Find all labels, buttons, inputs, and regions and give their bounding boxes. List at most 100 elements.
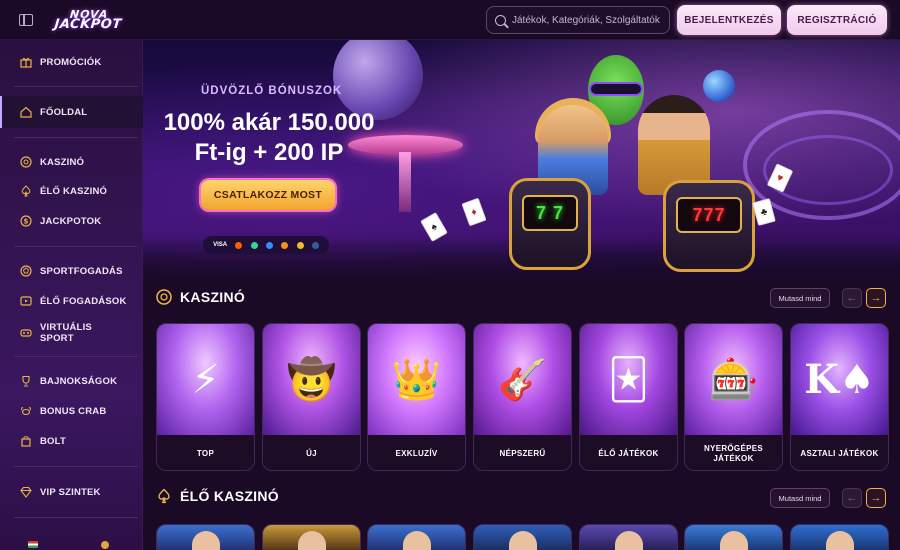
sidebar-item-live-casino[interactable]: ÉLŐ KASZINÓ bbox=[0, 180, 143, 202]
live-game-tile[interactable] bbox=[473, 524, 572, 550]
crab-icon bbox=[20, 405, 32, 417]
sidebar-item-label: SPORTFOGADÁS bbox=[40, 265, 123, 277]
sidebar-item-label: KASZINÓ bbox=[40, 156, 85, 168]
sidebar: PROMÓCIÓK FŐOLDAL KASZINÓ ÉLŐ KASZINÓ $ … bbox=[0, 40, 143, 550]
tile-label: EXKLUZÍV bbox=[368, 435, 465, 470]
planet-illustration bbox=[703, 70, 735, 102]
next-arrow-icon[interactable]: → bbox=[866, 288, 886, 308]
coin-icon: $ bbox=[20, 215, 32, 227]
trophy-icon bbox=[20, 375, 32, 387]
dealer-icon: 🃏 bbox=[608, 357, 649, 402]
search-icon bbox=[495, 14, 506, 26]
binance-icon bbox=[296, 241, 304, 249]
slot-machine-icon: 🎰 bbox=[708, 358, 759, 402]
sidebar-item-jackpots[interactable]: $ JACKPOTOK bbox=[0, 210, 143, 232]
prev-arrow-icon[interactable]: ← bbox=[842, 488, 862, 508]
slot-display: 7 7 bbox=[522, 195, 578, 231]
live-game-tile[interactable] bbox=[579, 524, 678, 550]
dealer-avatar bbox=[615, 531, 643, 550]
join-now-button[interactable]: CSATLAKOZZ MOST bbox=[201, 180, 335, 210]
playing-card-icon: ♦ bbox=[461, 197, 487, 227]
category-tile-new[interactable]: 🤠 ÚJ bbox=[262, 323, 361, 471]
hero-eyebrow: ÜDVÖZLŐ BÓNUSZOK bbox=[201, 85, 343, 97]
show-all-button[interactable]: Mutasd mind bbox=[770, 488, 830, 508]
logo[interactable]: NOVA JACKPOT bbox=[54, 8, 123, 32]
home-icon bbox=[20, 106, 32, 118]
category-tile-slots[interactable]: 🎰 NYERŐGÉPES JÁTÉKOK bbox=[684, 323, 783, 471]
category-tile-live-games[interactable]: 🃏 ÉLŐ JÁTÉKOK bbox=[579, 323, 678, 471]
sidebar-item-label: BONUS CRAB bbox=[40, 405, 107, 417]
hero-banner[interactable]: 7 7 777 ♦ ♠ ♥ ♣ ÜDVÖZLŐ BÓNUSZOK 100% ak… bbox=[143, 40, 900, 278]
ball-icon bbox=[20, 265, 32, 277]
sidebar-item-shop[interactable]: BOLT bbox=[0, 430, 143, 452]
sidebar-divider bbox=[14, 86, 138, 87]
sidebar-item-casino[interactable]: KASZINÓ bbox=[0, 151, 143, 173]
crown-icon: 👑 bbox=[391, 358, 442, 402]
dealer-avatar bbox=[509, 531, 537, 550]
live-game-tile[interactable] bbox=[262, 524, 361, 550]
sidebar-item-sports-betting[interactable]: SPORTFOGADÁS bbox=[0, 260, 143, 282]
login-button[interactable]: BEJELENTKEZÉS bbox=[677, 5, 781, 35]
category-tile-top[interactable]: ⚡ TOP bbox=[156, 323, 255, 471]
spade-icon bbox=[20, 185, 32, 197]
sidebar-item-live-betting[interactable]: ÉLŐ FOGADÁSOK bbox=[0, 290, 143, 312]
cowboy-icon: 🎸 bbox=[497, 358, 548, 402]
live-icon bbox=[20, 295, 32, 307]
search-box[interactable] bbox=[486, 6, 670, 34]
sidebar-item-promotions[interactable]: PROMÓCIÓK bbox=[0, 51, 143, 73]
tile-label: NYERŐGÉPES JÁTÉKOK bbox=[685, 435, 782, 470]
live-game-tile[interactable] bbox=[156, 524, 255, 550]
live-casino-section-title: ÉLŐ KASZINÓ bbox=[156, 488, 279, 504]
cards-icon: K♠ bbox=[804, 356, 875, 403]
sidebar-item-tournaments[interactable]: BAJNOKSÁGOK bbox=[0, 370, 143, 392]
tile-label: ÉLŐ JÁTÉKOK bbox=[580, 435, 677, 470]
tile-label: ASZTALI JÁTÉKOK bbox=[791, 435, 888, 470]
live-game-tile[interactable] bbox=[684, 524, 783, 550]
mastercard-icon bbox=[235, 241, 243, 249]
chip-icon bbox=[20, 156, 32, 168]
litecoin-icon bbox=[311, 241, 319, 249]
hero-headline: 100% akár 150.000 Ft-ig + 200 IP bbox=[163, 109, 375, 166]
sidebar-item-bonus-crab[interactable]: BONUS CRAB bbox=[0, 400, 143, 422]
spade-icon bbox=[156, 488, 172, 504]
register-button[interactable]: REGISZTRÁCIÓ bbox=[787, 5, 887, 35]
dealer-avatar bbox=[403, 531, 431, 550]
live-game-tile[interactable] bbox=[367, 524, 466, 550]
prev-arrow-icon[interactable]: ← bbox=[842, 288, 862, 308]
sidebar-toggle-icon[interactable] bbox=[19, 13, 33, 26]
slot-kart: 7 7 bbox=[509, 178, 591, 270]
section-title-text: ÉLŐ KASZINÓ bbox=[180, 488, 279, 504]
explorer-icon: 🤠 bbox=[286, 358, 337, 402]
sidebar-item-virtual-sport[interactable]: VIRTUÁLIS SPORT bbox=[0, 320, 143, 346]
bitcoin-icon bbox=[281, 241, 289, 249]
sidebar-item-label: BOLT bbox=[40, 435, 66, 447]
category-tile-exclusive[interactable]: 👑 EXKLUZÍV bbox=[367, 323, 466, 471]
show-all-button[interactable]: Mutasd mind bbox=[770, 288, 830, 308]
dealer-avatar bbox=[826, 531, 854, 550]
svg-text:$: $ bbox=[23, 218, 28, 226]
language-flag-icon[interactable] bbox=[28, 541, 38, 548]
zeus-icon: ⚡ bbox=[191, 357, 220, 402]
visa-logo: VISA bbox=[213, 242, 228, 248]
slot-kart: 777 bbox=[663, 180, 755, 272]
sidebar-item-vip-levels[interactable]: VIP SZINTEK bbox=[0, 481, 143, 503]
currency-icon[interactable] bbox=[101, 541, 109, 549]
chip-icon bbox=[156, 289, 172, 305]
sidebar-item-home[interactable]: FŐOLDAL bbox=[0, 96, 143, 128]
tile-label: NÉPSZERŰ bbox=[474, 435, 571, 470]
sidebar-divider bbox=[14, 517, 138, 518]
live-game-tile[interactable] bbox=[790, 524, 889, 550]
category-tile-popular[interactable]: 🎸 NÉPSZERŰ bbox=[473, 323, 572, 471]
search-input[interactable] bbox=[512, 14, 669, 26]
sidebar-divider bbox=[14, 246, 138, 247]
dealer-avatar bbox=[298, 531, 326, 550]
next-arrow-icon[interactable]: → bbox=[866, 488, 886, 508]
sidebar-item-label: VIRTUÁLIS SPORT bbox=[40, 322, 92, 344]
sidebar-item-label: FŐOLDAL bbox=[40, 106, 88, 118]
payment-methods: VISA bbox=[203, 236, 329, 254]
diamond-icon bbox=[20, 486, 32, 498]
skrill-icon bbox=[266, 241, 273, 249]
ufo-illustration bbox=[399, 152, 411, 212]
category-tile-table-games[interactable]: K♠ ASZTALI JÁTÉKOK bbox=[790, 323, 889, 471]
sidebar-item-label: ÉLŐ KASZINÓ bbox=[40, 185, 108, 197]
